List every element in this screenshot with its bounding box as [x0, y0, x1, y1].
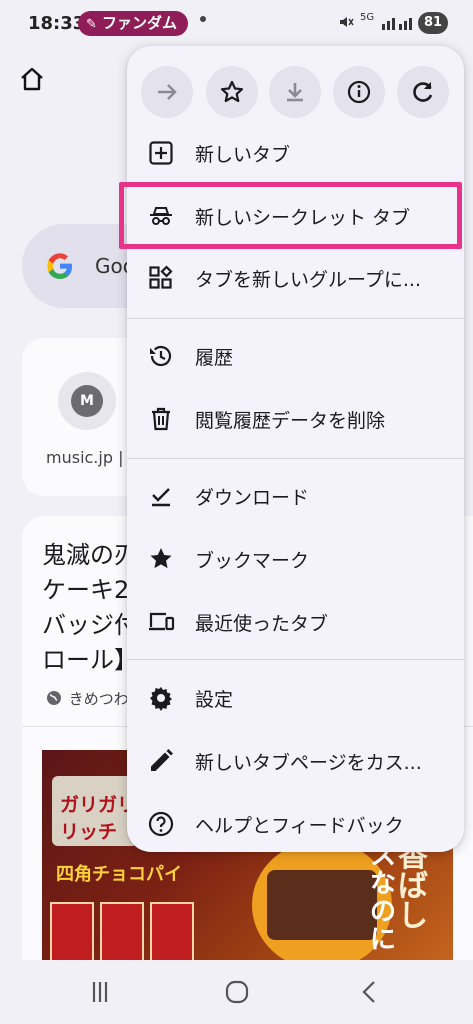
forward-button[interactable]: [141, 66, 193, 118]
ad-packs: [50, 902, 200, 966]
help-icon: [148, 811, 174, 837]
status-bar: 18:33 ✎ ファンダム 5G 81: [0, 0, 473, 46]
trash-icon: [152, 407, 170, 431]
history-icon: [150, 345, 172, 367]
notification-pill[interactable]: ✎ ファンダム: [78, 11, 188, 36]
devices-icon: [149, 612, 175, 631]
signal-icon: [382, 18, 412, 30]
back-nav-icon[interactable]: [350, 974, 390, 1010]
notification-dot-icon: [200, 16, 206, 22]
article-source-name: きめつわ: [68, 690, 129, 708]
menu-item-customize-new-tab[interactable]: 新しいタブページをカス...: [127, 732, 464, 790]
article-source: きめつわ: [44, 688, 129, 709]
ad-product: 四角チョコパイ: [56, 864, 182, 885]
refresh-icon: [413, 82, 433, 102]
highlight-box: [119, 182, 462, 249]
home-nav-icon[interactable]: [217, 974, 257, 1010]
menu-item-downloads[interactable]: ダウンロード: [127, 467, 464, 525]
reload-button[interactable]: [397, 66, 449, 118]
menu-item-history[interactable]: 履歴: [127, 327, 464, 385]
overflow-menu: 新しいタブ 新しいシークレット タブ タブを新しいグループに... 履歴 閲覧履…: [127, 46, 464, 852]
menu-item-label: 最近使ったタブ: [195, 613, 329, 635]
menu-item-recent-tabs[interactable]: 最近使ったタブ: [127, 593, 464, 651]
menu-item-label: ダウンロード: [195, 487, 310, 509]
shortcut-favicon: M: [71, 385, 103, 417]
menu-item-new-tab[interactable]: 新しいタブ: [127, 124, 464, 182]
download-button[interactable]: [269, 66, 321, 118]
menu-item-label: タブを新しいグループに...: [195, 269, 421, 291]
home-icon[interactable]: [17, 64, 47, 94]
notification-app-label: ファンダム: [102, 14, 178, 32]
recent-apps-icon[interactable]: [80, 974, 120, 1010]
google-logo-icon: [47, 253, 72, 279]
menu-item-tab-group[interactable]: タブを新しいグループに...: [127, 249, 464, 307]
download-done-icon: [152, 488, 170, 507]
add-box-icon: [149, 141, 173, 165]
ad-side-text-2: スなのに: [370, 841, 397, 955]
menu-item-label: 閲覧履歴データを削除: [195, 410, 386, 432]
ad-brand: ガリガリ リッチ: [60, 794, 137, 843]
edit-icon: [151, 749, 173, 771]
download-icon: [287, 83, 303, 102]
ad-side-text: 香ばし: [398, 839, 428, 934]
menu-item-clear-browsing-data[interactable]: 閲覧履歴データを削除: [127, 390, 464, 448]
menu-item-label: 新しいタブページをカス...: [195, 752, 422, 774]
shortcut-tile[interactable]: M: [58, 372, 116, 430]
menu-item-help[interactable]: ヘルプとフィードバック: [127, 795, 464, 853]
star-filled-icon: [150, 548, 172, 569]
menu-divider: [127, 659, 464, 660]
menu-item-bookmarks[interactable]: ブックマーク: [127, 530, 464, 588]
tab-group-icon: [149, 265, 173, 289]
fandom-icon: ✎: [86, 17, 97, 32]
network-label: 5G: [360, 12, 375, 23]
menu-item-label: 履歴: [195, 347, 234, 369]
settings-icon: [150, 687, 172, 711]
status-time: 18:33: [28, 13, 86, 34]
page-info-button[interactable]: [333, 66, 385, 118]
star-outline-icon: [220, 80, 244, 103]
battery-indicator: 81: [418, 12, 448, 34]
menu-item-label: 新しいタブ: [195, 144, 291, 166]
mute-icon: [340, 17, 354, 27]
globe-icon: [47, 691, 61, 705]
system-icons: 5G: [338, 12, 418, 32]
ad-chocolate: [267, 870, 377, 940]
bookmark-button[interactable]: [206, 66, 258, 118]
menu-divider: [127, 318, 464, 319]
ad-sub: リッチ: [60, 821, 118, 843]
menu-divider: [127, 458, 464, 459]
menu-item-label: ヘルプとフィードバック: [195, 815, 404, 837]
menu-item-label: ブックマーク: [195, 550, 310, 572]
menu-item-settings[interactable]: 設定: [127, 669, 464, 727]
info-icon: [347, 80, 371, 104]
system-nav-bar: [0, 960, 473, 1024]
menu-item-label: 設定: [195, 689, 234, 711]
arrow-right-icon: [158, 84, 177, 100]
